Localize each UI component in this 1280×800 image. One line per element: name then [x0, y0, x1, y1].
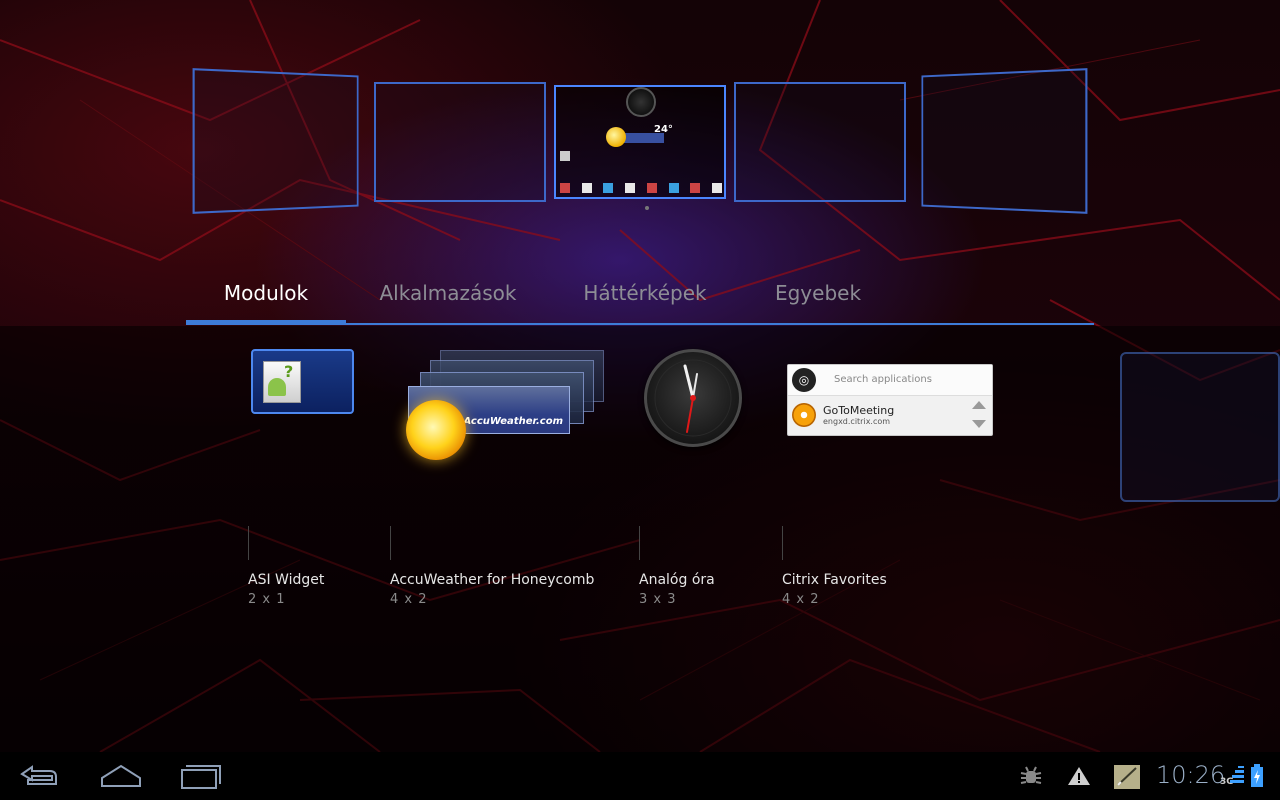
- tab-widgets[interactable]: Modulok: [186, 276, 346, 322]
- asi-app-icon: ?: [263, 361, 301, 403]
- mini-app-icon: [581, 183, 592, 193]
- widget-size: 3 x 3: [639, 592, 677, 607]
- widget-separator: [248, 526, 249, 560]
- customize-tabs: Modulok Alkalmazások Háttérképek Egyebek: [186, 276, 1094, 326]
- citrix-search-bar: ◎ Search applications: [788, 365, 992, 396]
- citrix-app-host: engxd.citrix.com: [823, 417, 891, 426]
- active-tab-indicator: [186, 320, 346, 324]
- widget-separator: [390, 526, 391, 560]
- widget-size: 4 x 2: [782, 592, 820, 607]
- citrix-receiver-icon: ◎: [792, 368, 816, 392]
- mini-weather-temp: 24°: [654, 124, 673, 135]
- mini-dock-icons: [560, 183, 722, 195]
- home-screen-preview-current[interactable]: 24°: [554, 85, 726, 199]
- system-bar: 10:26 3G: [0, 752, 1280, 800]
- home-screen-preview-5[interactable]: [921, 68, 1088, 214]
- tab-apps[interactable]: Alkalmazások: [368, 276, 528, 322]
- widget-name: Citrix Favorites: [782, 572, 887, 588]
- mini-app-icon: [690, 183, 701, 193]
- mini-app-icon: [603, 183, 614, 193]
- mini-app-icon: [668, 183, 679, 193]
- widget-separator: [782, 526, 783, 560]
- citrix-app-name: GoToMeeting: [823, 404, 895, 417]
- battery-charging-icon: [1250, 764, 1264, 788]
- page-indicator-dot: [645, 206, 649, 210]
- mini-shortcut-icon: [560, 151, 570, 161]
- widget-list: ? ASI Widget 2 x 1 AccuWeather.com AccuW…: [0, 326, 1280, 752]
- mini-app-icon: [711, 183, 722, 193]
- accuweather-widget-preview[interactable]: AccuWeather.com: [390, 346, 610, 466]
- tab-more[interactable]: Egyebek: [758, 276, 878, 322]
- next-widget-preview[interactable]: [1120, 352, 1280, 502]
- mini-app-icon: [625, 183, 636, 193]
- gotomeeting-icon: [792, 403, 816, 427]
- widget-separator: [639, 526, 640, 560]
- warning-icon[interactable]: [1066, 764, 1092, 788]
- usb-debugging-icon[interactable]: [1018, 764, 1044, 788]
- home-button[interactable]: [96, 760, 146, 792]
- recent-apps-button[interactable]: [176, 760, 226, 792]
- home-icon: [101, 764, 141, 787]
- notes-icon[interactable]: [1112, 764, 1142, 789]
- accuweather-brand: AccuWeather.com: [463, 416, 563, 427]
- sun-icon: [406, 400, 466, 460]
- mini-sun-icon: [606, 127, 626, 147]
- mini-clock-widget: [626, 87, 656, 117]
- home-screen-preview-1[interactable]: [192, 68, 359, 214]
- home-screen-preview-4[interactable]: [734, 82, 906, 202]
- recent-apps-icon: [181, 765, 221, 789]
- back-icon: [20, 765, 57, 785]
- widget-size: 4 x 2: [390, 592, 428, 607]
- mini-app-icon: [646, 183, 657, 193]
- citrix-widget-preview[interactable]: ◎ Search applications GoToMeeting engxd.…: [787, 364, 993, 436]
- widget-name: AccuWeather for Honeycomb: [390, 572, 595, 588]
- mini-app-icon: [560, 183, 570, 193]
- home-screen-preview-2[interactable]: [374, 82, 546, 202]
- asi-widget-preview[interactable]: ?: [251, 349, 354, 414]
- citrix-search-placeholder: Search applications: [834, 374, 932, 385]
- question-mark-icon: ?: [284, 362, 294, 381]
- widget-name: ASI Widget: [248, 572, 325, 588]
- back-button[interactable]: [14, 760, 64, 792]
- scroll-down-icon: [972, 420, 986, 428]
- signal-icon: [1228, 766, 1246, 790]
- scroll-up-icon: [972, 401, 986, 409]
- status-clock[interactable]: 10:26: [1156, 761, 1225, 789]
- clock-hands-icon: [654, 359, 732, 437]
- widget-size: 2 x 1: [248, 592, 286, 607]
- tab-wallpapers[interactable]: Háttérképek: [568, 276, 722, 322]
- widget-name: Analóg óra: [639, 572, 715, 588]
- analog-clock-preview[interactable]: [644, 349, 742, 447]
